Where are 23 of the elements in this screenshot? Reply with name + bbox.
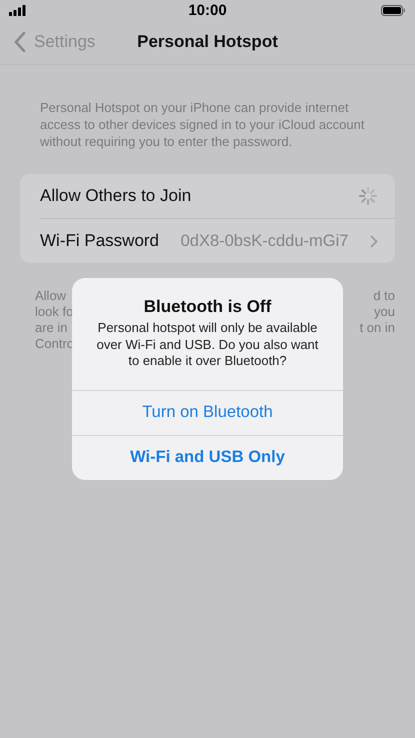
row-label: Wi-Fi Password [40, 231, 160, 251]
row-value: 0dX8-0bsK-cddu-mGi7 [180, 232, 348, 250]
back-chevron-icon [14, 32, 26, 52]
alert-message: Personal hotspot will only be available over Wi-Fi and USB. Do you also want to enable it over Bluetooth? [96, 320, 320, 370]
spinner-icon [358, 186, 378, 206]
status-time: 10:00 [188, 2, 227, 18]
signal-icon [9, 4, 26, 16]
row-label: Allow Others to Join [40, 186, 192, 206]
alert-button[interactable]: Turn on Bluetooth [72, 390, 343, 434]
settings-row[interactable]: Wi-Fi Password 0dX8-0bsK-cddu-mGi7 [20, 219, 395, 263]
page-title: Personal Hotspot [137, 32, 278, 52]
footer-text: Allow [35, 288, 66, 304]
footer-text: you [374, 304, 395, 320]
battery-icon [381, 4, 405, 16]
footer-text: t on in [360, 320, 395, 336]
settings-row[interactable]: Allow Others to Join [20, 174, 395, 218]
alert-button[interactable]: Wi-Fi and USB Only [72, 434, 343, 480]
footer-text: are in [35, 320, 68, 336]
footer-text: d to [373, 288, 395, 304]
chevron-icon [370, 234, 378, 248]
description-text: Personal Hotspot on your iPhone can provide internet access to other devices signed in to your iCloud account without requiring you to enter the password. [40, 99, 366, 150]
alert-title: Bluetooth is Off [144, 297, 272, 317]
back-button[interactable]: Settings [0, 32, 96, 52]
